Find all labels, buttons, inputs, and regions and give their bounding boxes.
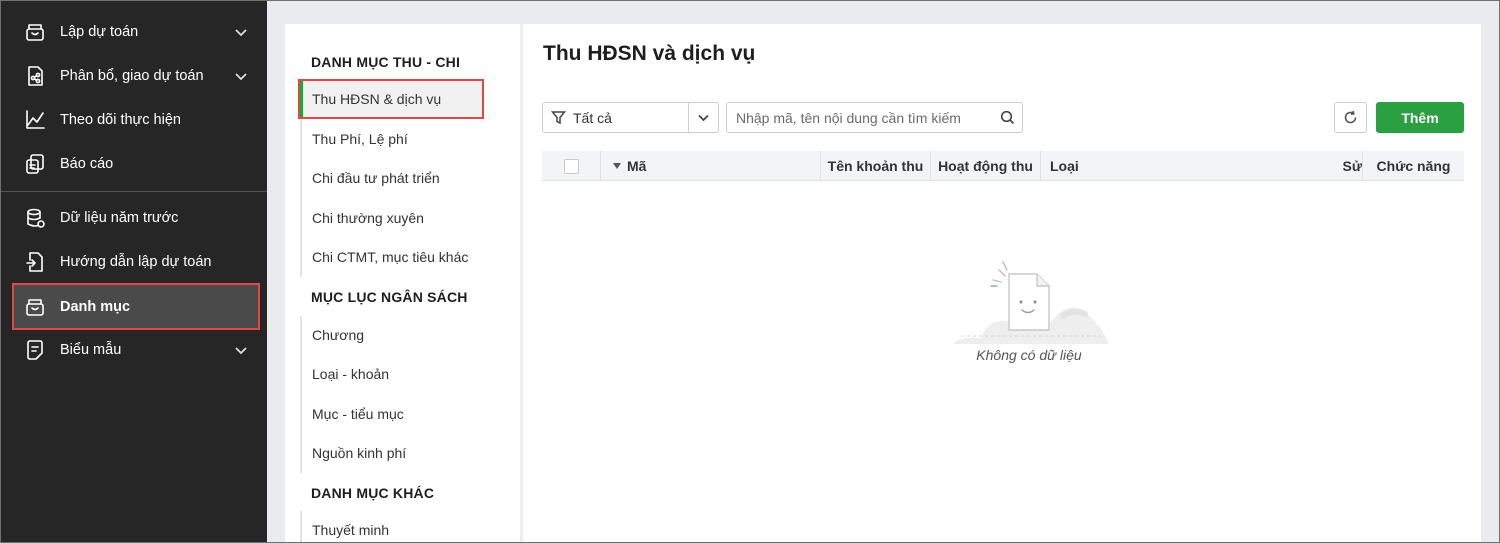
category-group-title: MỤC LỤC NGÂN SÁCH — [311, 289, 468, 305]
main-panel: Thu HĐSN và dịch vụ Tất cả Thêm Mã Tên k… — [523, 24, 1481, 543]
category-item-thu-phi[interactable]: Thu Phí, Lệ phí — [302, 121, 480, 157]
guide-document-icon — [24, 251, 46, 273]
sidebar-item-bao-cao[interactable]: Báo cáo — [14, 145, 258, 183]
sidebar-item-danh-muc[interactable]: Danh mục — [12, 283, 260, 330]
category-item-loai-khoan[interactable]: Loại - khoản — [302, 356, 480, 392]
search-box — [726, 102, 1023, 133]
select-all-cell — [542, 151, 600, 181]
filter-value: Tất cả — [573, 109, 612, 126]
sidebar-item-label: Biểu mẫu — [60, 342, 122, 358]
sidebar-item-theo-doi[interactable]: Theo dõi thực hiện — [14, 101, 258, 139]
category-item-chi-dau-tu[interactable]: Chi đầu tư phát triển — [302, 160, 480, 196]
filter-icon — [543, 110, 573, 125]
column-header-chuc-nang: Chức năng — [1362, 151, 1464, 181]
sidebar-item-label: Báo cáo — [60, 156, 114, 172]
refresh-button[interactable] — [1334, 102, 1367, 133]
line-chart-icon — [24, 109, 46, 131]
sidebar-divider — [0, 191, 267, 192]
sort-down-icon — [613, 163, 621, 169]
category-panel: DANH MỤC THU - CHI Thu HĐSN & dịch vụ Th… — [285, 24, 520, 543]
empty-state-text: Không có dữ liệu — [976, 347, 1082, 363]
sidebar-item-du-lieu-nam-truoc[interactable]: Dữ liệu năm trước — [14, 199, 258, 237]
sidebar-item-lap-du-toan[interactable]: Lập dự toán — [14, 13, 258, 51]
content-card: DANH MỤC THU - CHI Thu HĐSN & dịch vụ Th… — [285, 24, 1481, 543]
chevron-down-icon[interactable] — [234, 69, 248, 83]
column-label: Mã — [627, 158, 647, 174]
column-header-loai[interactable]: Loại — [1040, 151, 1312, 181]
chevron-down-icon[interactable] — [234, 25, 248, 39]
category-item-thuyet-minh[interactable]: Thuyết minh — [302, 512, 480, 543]
column-header-hoat-dong-thu[interactable]: Hoạt động thu — [930, 151, 1040, 181]
empty-document-icon — [953, 261, 1109, 344]
sidebar-item-label: Theo dõi thực hiện — [60, 112, 181, 128]
category-item-nguon-kinh-phi[interactable]: Nguồn kinh phí — [302, 435, 480, 471]
sidebar: Lập dự toán Phân bổ, giao dự toán Theo d… — [0, 0, 267, 543]
table-header: Mã Tên khoản thu Hoạt động thu Loại Sử C… — [542, 151, 1464, 181]
column-header-ma[interactable]: Mã — [600, 151, 820, 181]
search-input[interactable] — [736, 109, 992, 126]
chevron-down-icon[interactable] — [234, 343, 248, 357]
empty-state-illustration — [951, 256, 1111, 346]
share-document-icon — [24, 65, 46, 87]
search-icon[interactable] — [992, 110, 1022, 125]
category-group-title: DANH MỤC KHÁC — [311, 485, 435, 501]
page-title: Thu HĐSN và dịch vụ — [543, 42, 756, 65]
category-item-chuong[interactable]: Chương — [302, 317, 480, 353]
column-header-ten-khoan-thu[interactable]: Tên khoản thu — [820, 151, 930, 181]
sidebar-item-label: Dữ liệu năm trước — [60, 210, 179, 226]
sidebar-item-huong-dan[interactable]: Hướng dẫn lập dự toán — [14, 243, 258, 281]
sidebar-item-label: Phân bổ, giao dự toán — [60, 68, 204, 84]
category-item-chi-thuong-xuyen[interactable]: Chi thường xuyên — [302, 200, 480, 236]
database-icon — [24, 207, 46, 229]
archive-icon — [24, 296, 46, 318]
sidebar-item-label: Lập dự toán — [60, 24, 139, 40]
column-header-su[interactable]: Sử — [1312, 151, 1362, 181]
sidebar-item-label: Danh mục — [60, 298, 131, 315]
chevron-down-icon[interactable] — [688, 103, 718, 132]
sidebar-item-label: Hướng dẫn lập dự toán — [60, 254, 212, 270]
sidebar-item-phan-bo[interactable]: Phân bổ, giao dự toán — [14, 57, 258, 95]
form-icon — [24, 339, 46, 361]
category-item-muc-tieu-muc[interactable]: Mục - tiểu mục — [302, 396, 480, 432]
sidebar-item-bieu-mau[interactable]: Biểu mẫu — [14, 331, 258, 369]
filter-select[interactable]: Tất cả — [542, 102, 719, 133]
add-button[interactable]: Thêm — [1376, 102, 1464, 133]
select-all-checkbox[interactable] — [563, 158, 579, 174]
category-item-thu-hdsn[interactable]: Thu HĐSN & dịch vụ — [298, 79, 484, 119]
archive-icon — [24, 21, 46, 43]
category-group-title: DANH MỤC THU - CHI — [311, 54, 461, 70]
refresh-icon — [1344, 110, 1357, 124]
category-item-chi-ctmt[interactable]: Chi CTMT, mục tiêu khác — [302, 239, 480, 275]
report-icon — [24, 153, 46, 175]
